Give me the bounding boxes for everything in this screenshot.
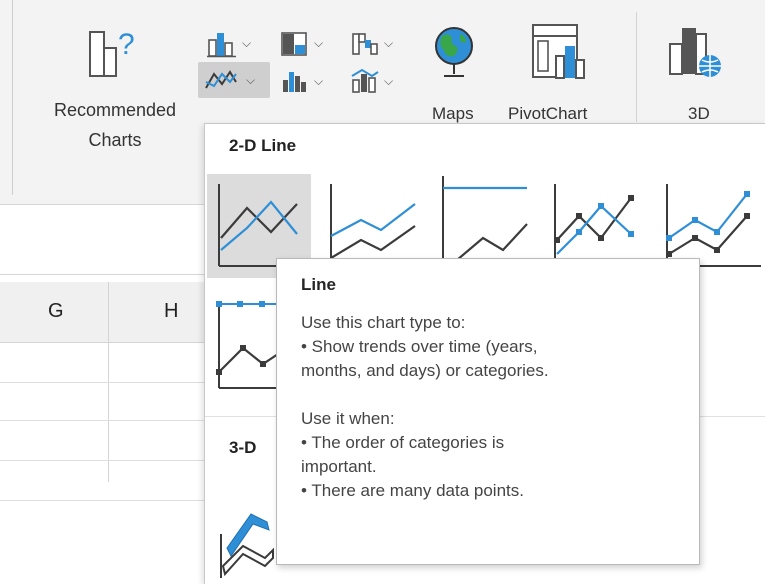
section-title-2d-line: 2-D Line	[229, 136, 297, 155]
statistic-chart-icon	[280, 66, 310, 94]
chevron-down-icon: ⌵	[314, 36, 324, 50]
section-title-3d: 3-D	[229, 438, 257, 457]
combo-chart-button[interactable]: ⌵	[348, 64, 400, 96]
recommended-label-line1: Recommended	[53, 100, 177, 120]
3d-map-button[interactable]: 3D	[650, 18, 754, 123]
chevron-down-icon: ⌵	[384, 36, 394, 50]
column-header-h[interactable]: H	[164, 300, 178, 323]
maps-label: Maps	[432, 104, 474, 123]
line-chart-button[interactable]: ⌵	[198, 62, 270, 98]
pivotchart-icon	[530, 22, 590, 87]
tooltip-title: Line	[301, 275, 336, 294]
chevron-down-icon: ⌵	[242, 36, 252, 50]
column-header-row	[0, 282, 210, 343]
tooltip-line: months, and days) or categories.	[301, 361, 549, 380]
maps-button[interactable]: Maps	[422, 18, 486, 123]
chevron-down-icon: ⌵	[246, 73, 256, 87]
tooltip-line: important.	[301, 457, 377, 476]
recommended-charts-button[interactable]: ? Recommended Charts	[30, 20, 200, 170]
tooltip-line: • The order of categories is	[301, 433, 505, 452]
column-chart-icon	[206, 30, 238, 58]
tooltip-line: • There are many data points.	[301, 481, 524, 500]
globe-icon	[430, 24, 478, 87]
row-gridline	[0, 382, 210, 383]
pivotchart-label: PivotChart	[508, 104, 588, 123]
tooltip-line: Use this chart type to:	[301, 313, 466, 332]
waterfall-chart-icon	[350, 30, 380, 58]
tooltip-line: Use it when:	[301, 409, 395, 428]
waterfall-chart-button[interactable]: ⌵	[348, 28, 400, 58]
chevron-down-icon: ⌵	[384, 74, 394, 88]
column-chart-button[interactable]: ⌵	[204, 28, 256, 58]
3d-label: 3D	[688, 104, 710, 123]
chart-type-tooltip: Line Use this chart type to: • Show tren…	[276, 258, 700, 565]
row-gridline	[0, 460, 210, 461]
statistic-chart-button[interactable]: ⌵	[278, 64, 330, 96]
formula-band-border	[0, 274, 210, 275]
chevron-down-icon: ⌵	[314, 74, 324, 88]
combo-chart-icon	[350, 66, 380, 94]
hierarchy-chart-icon	[280, 30, 310, 58]
svg-text:?: ?	[118, 28, 135, 61]
recommended-charts-icon: ?	[87, 26, 147, 83]
line-chart-icon	[204, 66, 238, 94]
tooltip-spacer	[301, 383, 699, 407]
3d-map-icon	[666, 22, 726, 87]
tooltip-line: • Show trends over time (years,	[301, 337, 538, 356]
hierarchy-chart-button[interactable]: ⌵	[278, 28, 330, 58]
pivotchart-button[interactable]: PivotChart	[500, 18, 622, 123]
ribbon-divider	[12, 0, 13, 195]
recommended-label-line2: Charts	[88, 130, 142, 150]
row-gridline	[0, 500, 210, 501]
row-gridline	[0, 420, 210, 421]
group-separator	[636, 12, 637, 122]
column-header-g[interactable]: G	[48, 300, 64, 323]
